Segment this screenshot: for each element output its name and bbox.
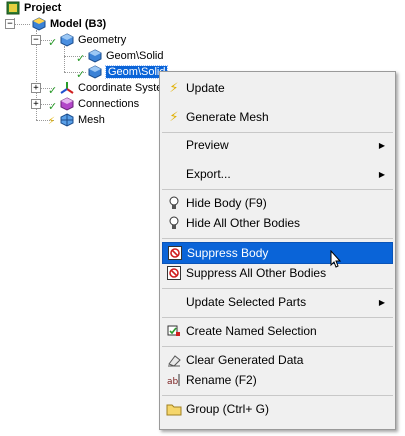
- expand-toggle[interactable]: +: [31, 83, 41, 93]
- tree-item-coordinate-systems[interactable]: Coordinate Syste: [60, 80, 162, 96]
- suppress-icon: [167, 245, 183, 261]
- collapse-toggle[interactable]: −: [31, 35, 41, 45]
- lightbulb-icon: [166, 195, 182, 211]
- lightning-icon: ⚡: [169, 80, 179, 95]
- tree-item-geom-solid-selected[interactable]: Geom\Solid: [88, 64, 169, 80]
- project-icon: [6, 1, 20, 15]
- menu-item-label: Generate Mesh: [186, 110, 269, 124]
- check-icon: ✓: [48, 101, 58, 113]
- menu-item-export[interactable]: Export... ▶: [162, 164, 393, 184]
- menu-item-create-named-selection[interactable]: Create Named Selection: [162, 321, 393, 341]
- menu-separator: [162, 238, 393, 239]
- menu-item-rename[interactable]: ab Rename (F2): [162, 370, 393, 390]
- menu-separator: [162, 317, 393, 318]
- outline-tree: Project − Model (B3) − ✓ Geometry ✓ Geom…: [0, 0, 169, 140]
- tree-item-label: Geometry: [78, 34, 127, 46]
- check-icon: ✓: [76, 53, 86, 65]
- menu-separator: [162, 395, 393, 396]
- solid-body-icon: [88, 65, 102, 79]
- menu-item-label: Update: [186, 81, 225, 95]
- context-menu: ⚡ Update ⚡ Generate Mesh Preview ▶ Expor…: [159, 71, 396, 430]
- tree-item-label: Coordinate Syste: [78, 82, 163, 94]
- eraser-icon: [166, 352, 182, 368]
- submenu-arrow-icon: ▶: [378, 297, 385, 307]
- menu-item-label: Clear Generated Data: [186, 353, 304, 367]
- menu-item-label: Hide Body (F9): [186, 196, 267, 210]
- tree-item-label: Model (B3): [50, 18, 107, 30]
- menu-separator: [162, 346, 393, 347]
- tree-item-project[interactable]: Project: [6, 0, 61, 16]
- submenu-arrow-icon: ▶: [378, 169, 385, 179]
- menu-item-update-selected-parts[interactable]: Update Selected Parts ▶: [162, 292, 393, 312]
- check-icon: ✓: [48, 37, 58, 49]
- check-icon: ✓: [48, 85, 58, 97]
- menu-item-label: Create Named Selection: [186, 324, 317, 338]
- model-icon: [32, 17, 46, 31]
- tree-item-geom-solid[interactable]: Geom\Solid: [88, 48, 163, 64]
- menu-item-label: Suppress Body: [187, 246, 269, 260]
- bolt-icon: ⚡: [48, 116, 56, 127]
- coordinate-system-icon: [60, 81, 74, 95]
- menu-item-suppress-all-other-bodies[interactable]: Suppress All Other Bodies: [162, 263, 393, 283]
- menu-item-label: Suppress All Other Bodies: [186, 266, 327, 280]
- rename-icon: ab: [166, 372, 182, 388]
- menu-item-clear-generated-data[interactable]: Clear Generated Data: [162, 350, 393, 370]
- tree-item-model[interactable]: Model (B3): [32, 16, 106, 32]
- svg-text:ab: ab: [167, 377, 179, 387]
- folder-icon: [166, 401, 182, 417]
- suppress-icon: [166, 265, 182, 281]
- tree-item-label: Connections: [78, 98, 140, 110]
- tree-item-label: Mesh: [78, 114, 105, 126]
- tree-item-geometry[interactable]: Geometry: [60, 32, 126, 48]
- menu-item-hide-all-other-bodies[interactable]: Hide All Other Bodies: [162, 213, 393, 233]
- mouse-pointer-icon: [330, 250, 342, 268]
- tree-item-mesh[interactable]: Mesh: [60, 112, 105, 128]
- tree-item-label: Geom\Solid: [106, 50, 164, 62]
- menu-item-label: Rename (F2): [186, 373, 257, 387]
- menu-separator: [162, 132, 393, 133]
- menu-separator: [162, 288, 393, 289]
- lightbulb-icon: [166, 215, 182, 231]
- menu-item-hide-body[interactable]: Hide Body (F9): [162, 193, 393, 213]
- menu-item-label: Export...: [186, 167, 231, 181]
- menu-item-preview[interactable]: Preview ▶: [162, 135, 393, 155]
- tree-item-label: Project: [24, 2, 62, 14]
- menu-item-label: Group (Ctrl+ G): [186, 402, 270, 416]
- menu-item-generate-mesh[interactable]: ⚡ Generate Mesh: [162, 107, 393, 127]
- menu-item-update[interactable]: ⚡ Update: [162, 78, 393, 98]
- menu-separator: [162, 189, 393, 190]
- submenu-arrow-icon: ▶: [378, 140, 385, 150]
- menu-item-label: Update Selected Parts: [186, 295, 307, 309]
- lightning-icon: ⚡: [169, 109, 179, 124]
- collapse-toggle[interactable]: −: [5, 19, 15, 29]
- expand-toggle[interactable]: +: [31, 99, 41, 109]
- menu-item-label: Preview: [186, 138, 229, 152]
- solid-body-icon: [88, 49, 102, 63]
- menu-item-group[interactable]: Group (Ctrl+ G): [162, 399, 393, 419]
- tree-item-connections[interactable]: Connections: [60, 96, 139, 112]
- connections-icon: [60, 97, 74, 111]
- geometry-icon: [60, 33, 74, 47]
- menu-item-suppress-body[interactable]: Suppress Body: [162, 242, 393, 264]
- mesh-icon: [60, 113, 74, 127]
- named-selection-icon: [166, 323, 182, 339]
- menu-item-label: Hide All Other Bodies: [186, 216, 301, 230]
